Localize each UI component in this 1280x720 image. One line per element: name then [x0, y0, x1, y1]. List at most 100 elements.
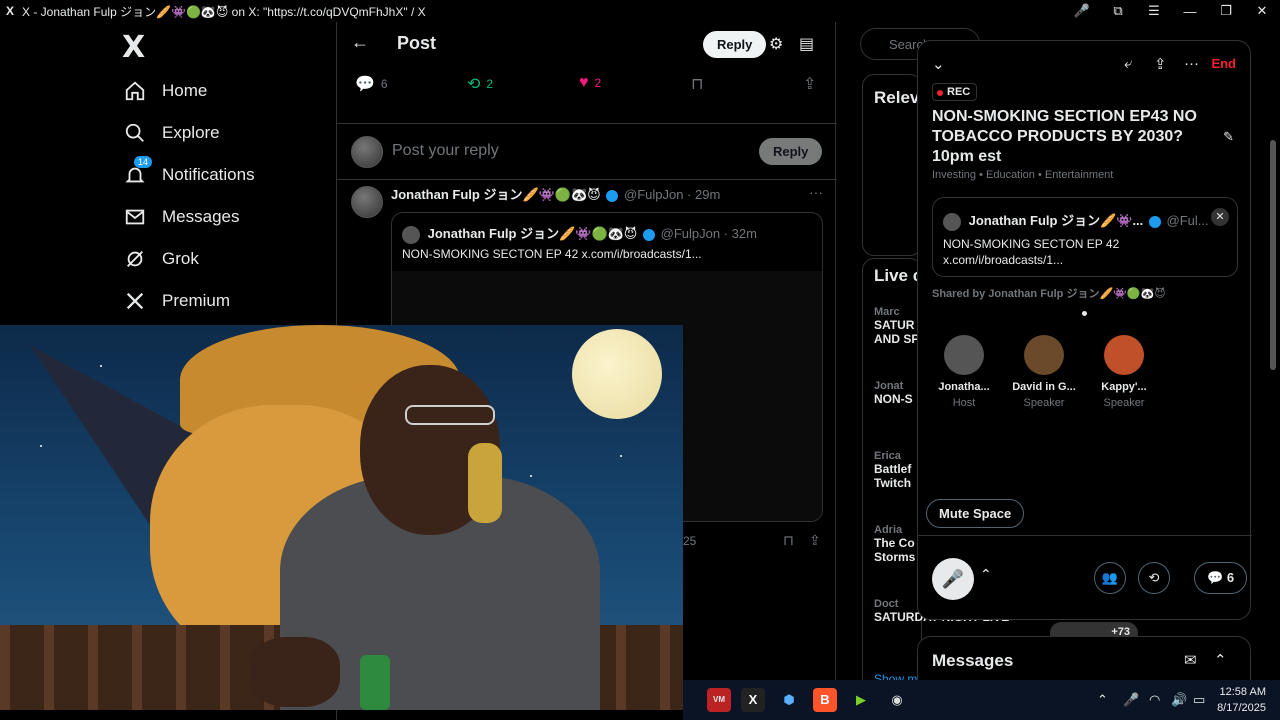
more-options-icon[interactable]: ··· [1184, 55, 1199, 72]
x-app-icon[interactable]: X [741, 688, 765, 712]
live-item[interactable]: Jonat NON-S [874, 380, 913, 406]
water-bottle [360, 655, 390, 710]
grok-icon [122, 246, 148, 272]
participant-role: Host [952, 397, 976, 409]
messages-drawer[interactable]: Messages ✉ ⌃ [917, 636, 1251, 684]
reply-composer: Post your reply Reply [337, 124, 837, 180]
new-message-icon[interactable]: ✉ [1184, 651, 1197, 669]
like-action[interactable]: ♥ 2 [579, 74, 601, 92]
voicemeeter-icon[interactable]: VM [707, 688, 731, 712]
repost-icon[interactable]: ⟲ [1138, 562, 1170, 594]
bookmark-action[interactable]: ⊓ [691, 74, 709, 94]
tweet-handle: @FulpJon · 29m [624, 187, 721, 202]
chevron-up-icon[interactable]: ⌃ [1214, 651, 1227, 669]
person-hand [250, 637, 340, 707]
microphone-icon[interactable]: 🎤 [1064, 3, 1100, 19]
x-icon [122, 288, 148, 314]
nav-messages-label: Messages [162, 207, 240, 226]
participant-role: Speaker [1103, 397, 1145, 409]
verified-icon [643, 228, 655, 241]
nav-grok-label: Grok [162, 249, 199, 268]
chevron-up-icon[interactable]: ⌃ [980, 566, 992, 583]
live-item[interactable]: Erica Battlef Twitch [874, 450, 911, 490]
shield-app-icon[interactable]: ⬢ [777, 688, 801, 712]
share-icon[interactable]: ⇪ [809, 532, 821, 549]
obs-icon[interactable]: ◉ [885, 688, 909, 712]
participant-speaker[interactable]: David in G... Speaker [1006, 335, 1082, 409]
live-item[interactable]: Adria The Co Storms [874, 524, 915, 564]
views-count[interactable]: 25 [683, 534, 696, 548]
nav-notifications[interactable]: 14 Notifications [122, 156, 255, 191]
nav-home[interactable]: Home [122, 75, 207, 107]
extensions-icon[interactable]: ⧉ [1100, 3, 1136, 19]
nav-premium[interactable]: Premium [122, 285, 230, 317]
nav-premium-label: Premium [162, 291, 231, 310]
end-space-button[interactable]: End [1211, 56, 1236, 71]
star [620, 455, 622, 457]
quote-author: Jonathan Fulp ジョン🥖👾🟢🐼😈 [427, 226, 638, 241]
clock-date: 8/17/2025 [1217, 702, 1266, 714]
menu-icon[interactable]: ☰ [1136, 3, 1172, 19]
play-app-icon[interactable]: ▶ [849, 688, 873, 712]
verified-icon [1148, 215, 1161, 228]
filter-icon[interactable]: ⚙ [769, 34, 783, 54]
live-title: Live c [874, 266, 923, 285]
close-icon[interactable]: ✕ [1211, 208, 1229, 226]
minimize-button[interactable]: — [1172, 4, 1208, 19]
heart-icon: ♥ [579, 74, 589, 91]
edit-icon[interactable]: ✎ [1223, 129, 1234, 145]
more-options-icon[interactable]: ··· [809, 184, 823, 200]
reply-submit-button[interactable]: Reply [759, 138, 823, 165]
wifi-icon[interactable]: ◠ [1149, 692, 1160, 708]
post-actions: 💬 6 ⟲ 2 ♥ 2 ⊓ ⇪ [337, 66, 837, 124]
x-logo-icon[interactable]: X [122, 30, 145, 65]
live-host: Adria [874, 524, 903, 536]
star [100, 365, 102, 367]
reader-view-icon[interactable]: ▤ [799, 34, 814, 54]
microphone-button[interactable]: 🎤 [932, 558, 974, 600]
mute-space-button[interactable]: Mute Space [926, 499, 1025, 528]
share-icon[interactable]: ⇪ [1154, 55, 1167, 73]
space-topics: Investing • Education • Entertainment [932, 169, 1114, 181]
reply-count: 6 [380, 77, 388, 91]
nav-grok[interactable]: Grok [122, 243, 199, 275]
scrollbar[interactable] [1268, 22, 1278, 682]
volume-icon[interactable]: 🔊 [1171, 692, 1187, 708]
nav-notifications-label: Notifications [162, 165, 255, 184]
live-host: Jonat [874, 380, 904, 392]
tweet-author[interactable]: Jonathan Fulp ジョン🥖👾🟢🐼😈 [391, 187, 601, 202]
chevron-down-icon[interactable]: ⌄ [932, 55, 945, 73]
live-item[interactable]: Marc SATUR AND SP [874, 306, 919, 346]
participant-host[interactable]: Jonatha... Host [926, 335, 1002, 409]
reply-input[interactable]: Post your reply [392, 142, 499, 160]
close-button[interactable]: ✕ [1244, 3, 1280, 19]
verified-icon [606, 189, 619, 202]
avatar [351, 136, 383, 168]
nav-messages[interactable]: Messages [122, 201, 239, 233]
participant-speaker[interactable]: Kappy'... Speaker [1086, 335, 1162, 409]
glasses [405, 405, 495, 425]
reply-action[interactable]: 💬 6 [355, 74, 388, 94]
brave-icon[interactable]: B [813, 688, 837, 712]
comments-button[interactable]: 💬 6 [1194, 562, 1248, 594]
system-clock[interactable]: 12:58 AM 8/17/2025 [1217, 684, 1266, 716]
shared-post-card[interactable]: Jonathan Fulp ジョン🥖👾... @Ful... ✕ NON-SMO… [932, 197, 1238, 277]
chevron-up-icon[interactable]: ⌃ [1097, 692, 1108, 708]
bookmark-icon[interactable]: ⊓ [783, 532, 794, 549]
microphone-icon[interactable]: 🎤 [1123, 692, 1139, 708]
bell-icon: 14 [122, 156, 153, 188]
scrollbar-thumb[interactable] [1270, 140, 1276, 370]
share-action[interactable]: ⇪ [803, 74, 822, 94]
maximize-button[interactable]: ❐ [1208, 3, 1244, 19]
tweet-header: Jonathan Fulp ジョン🥖👾🟢🐼😈 @FulpJon · 29m [391, 184, 720, 203]
avatar[interactable] [351, 186, 383, 218]
mail-icon [122, 204, 148, 230]
repost-action[interactable]: ⟲ 2 [467, 74, 493, 94]
people-icon[interactable]: 👥 [1094, 562, 1126, 594]
reply-button[interactable]: Reply [703, 31, 767, 58]
battery-icon[interactable]: ▭ [1193, 692, 1205, 708]
back-arrow-icon[interactable]: ← [351, 32, 369, 53]
repost-icon: ⟲ [467, 76, 481, 93]
minimize-space-icon[interactable]: ⤶ [1124, 55, 1132, 72]
nav-explore[interactable]: Explore [122, 117, 220, 149]
